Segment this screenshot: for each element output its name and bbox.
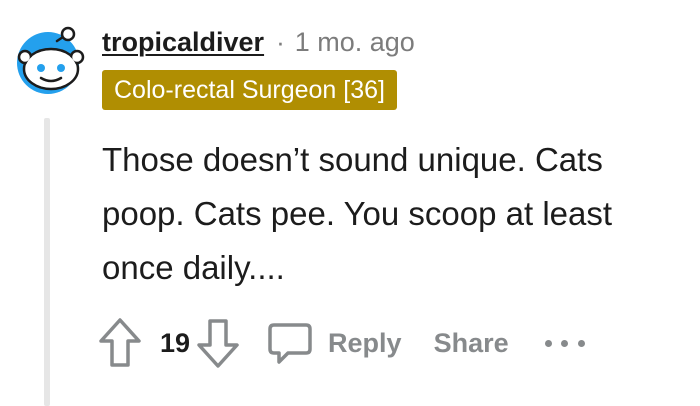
reply-label: Reply <box>328 327 402 358</box>
thread-line[interactable] <box>44 118 50 406</box>
ellipsis-icon <box>544 339 552 347</box>
comment-body: Those doesn’t sound unique. Cats poop. C… <box>102 141 613 286</box>
snoo-avatar-icon[interactable] <box>13 25 87 95</box>
more-options-button[interactable] <box>544 333 585 353</box>
ellipsis-icon <box>561 339 569 347</box>
timestamp[interactable]: 1 mo. ago <box>295 27 415 58</box>
upvote-button[interactable] <box>96 315 144 371</box>
user-flair: Colo-rectal Surgeon [36] <box>102 70 397 110</box>
ellipsis-icon <box>577 339 585 347</box>
comment-header: tropicaldiver · 1 mo. ago <box>102 22 415 62</box>
comment: tropicaldiver · 1 mo. ago Colo-rectal Su… <box>0 0 700 406</box>
speech-bubble-icon <box>268 323 312 364</box>
author-link[interactable]: tropicaldiver <box>102 27 264 58</box>
separator-dot: · <box>276 26 285 57</box>
arrow-up-icon <box>99 318 141 367</box>
comment-actions: 19 Reply Share <box>96 312 585 374</box>
downvote-button[interactable] <box>194 315 242 371</box>
reply-button[interactable]: Reply <box>266 319 402 367</box>
vote-score: 19 <box>160 327 191 358</box>
arrow-down-icon <box>197 319 239 368</box>
share-button[interactable]: Share <box>434 328 509 359</box>
